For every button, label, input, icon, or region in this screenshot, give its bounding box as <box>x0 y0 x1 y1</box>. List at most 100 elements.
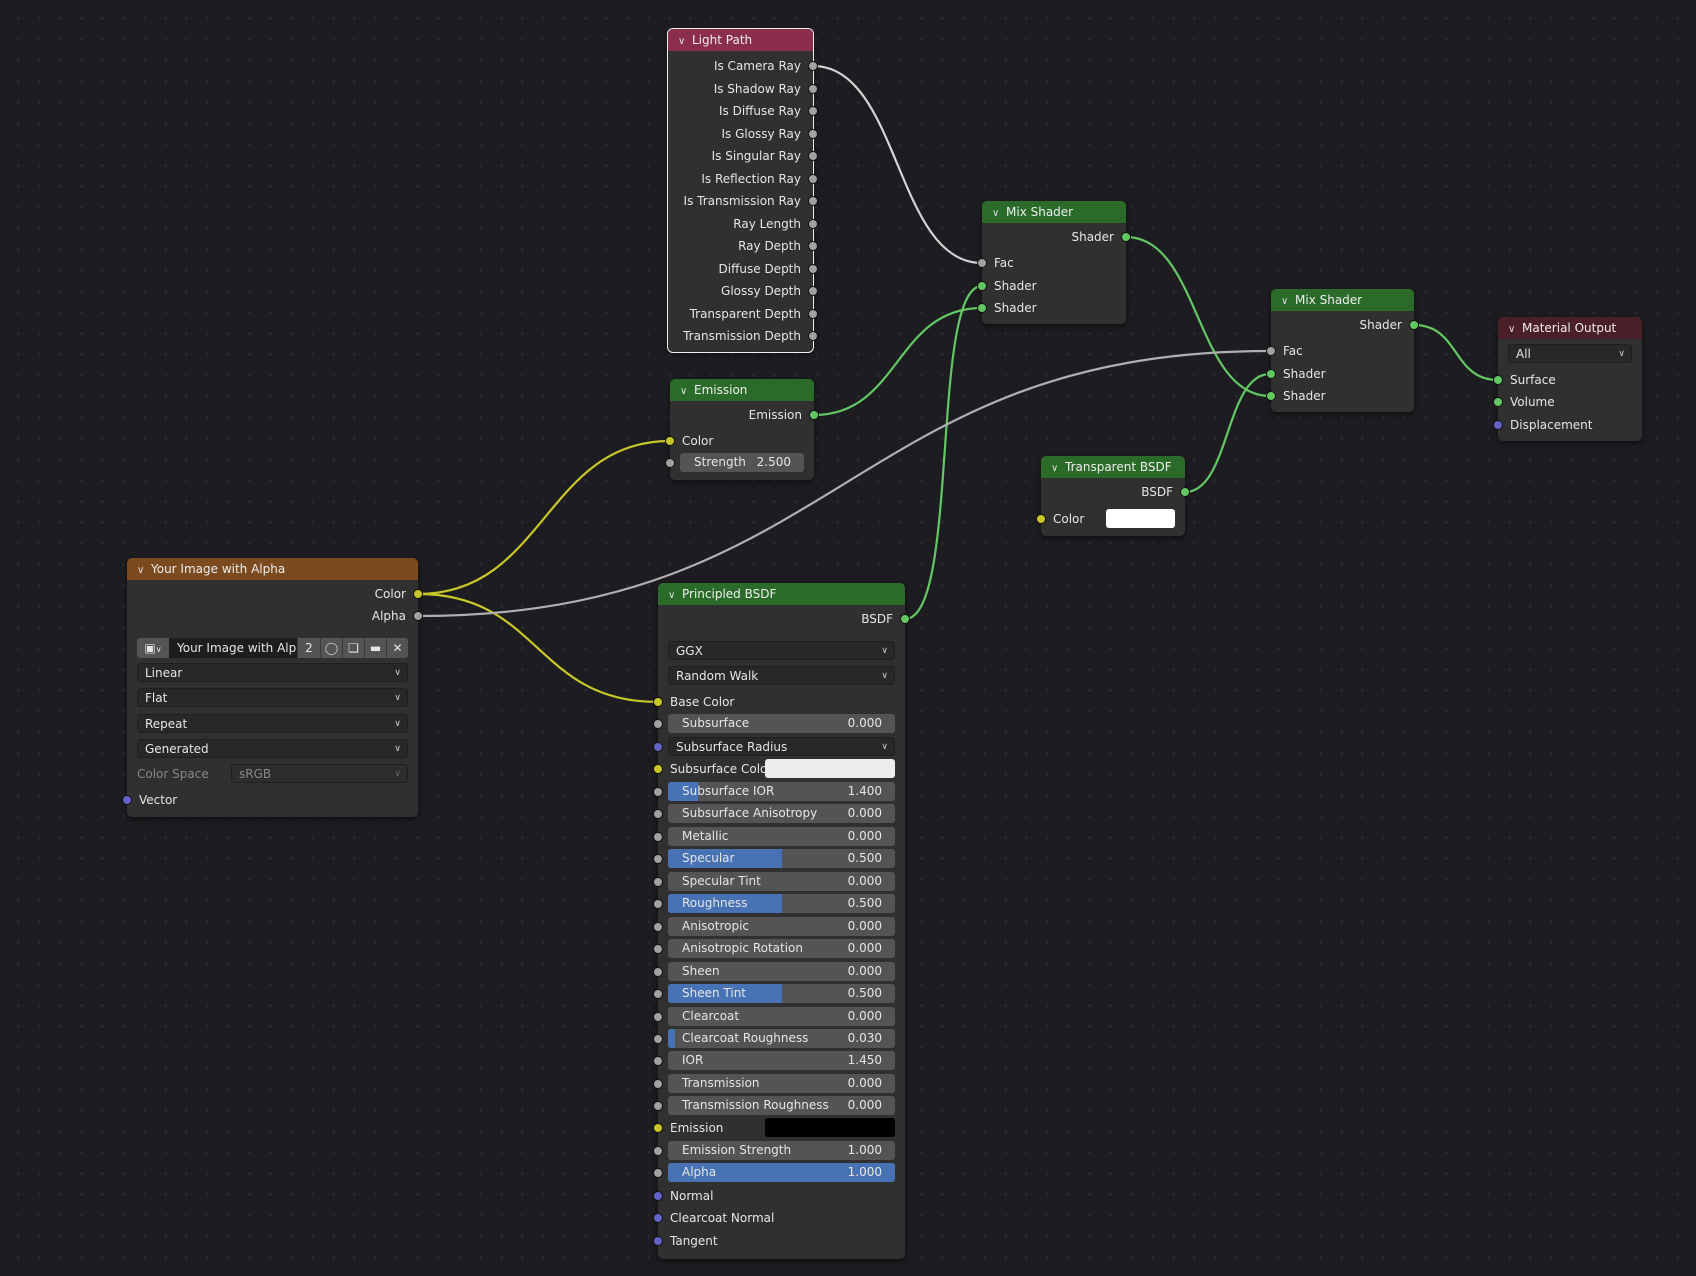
target-dropdown[interactable]: All ∨ <box>1508 344 1632 363</box>
output-socket[interactable] <box>808 241 818 251</box>
output-socket[interactable] <box>808 83 818 94</box>
distribution-dropdown[interactable]: GGX ∨ <box>668 641 895 660</box>
input-socket[interactable] <box>653 1236 663 1246</box>
input-socket[interactable] <box>1036 514 1046 524</box>
input-socket[interactable] <box>653 1168 663 1178</box>
output-socket[interactable] <box>413 611 423 621</box>
subsurface-color-swatch[interactable] <box>765 759 895 778</box>
collapse-chevron-icon[interactable]: ∨ <box>668 585 682 607</box>
input-socket[interactable] <box>122 795 132 805</box>
input-socket[interactable] <box>653 921 663 932</box>
slider-field[interactable]: Subsurface Anisotropy 0.000 <box>668 804 895 824</box>
node-transparent-bsdf[interactable]: ∨ Transparent BSDF BSDF Color <box>1036 456 1190 536</box>
link-mix1-to-mix2-shader2[interactable] <box>1125 235 1271 398</box>
input-socket[interactable] <box>653 876 663 887</box>
input-socket[interactable] <box>653 854 663 865</box>
output-socket[interactable] <box>413 589 423 599</box>
input-socket[interactable] <box>977 303 987 313</box>
slider-field[interactable]: Sheen Tint 0.500 <box>668 984 895 1004</box>
output-socket[interactable] <box>1409 320 1419 330</box>
output-socket[interactable] <box>900 614 910 624</box>
output-socket[interactable] <box>808 151 818 161</box>
input-socket[interactable] <box>653 831 663 842</box>
collapse-chevron-icon[interactable]: ∨ <box>137 560 151 582</box>
slider-field[interactable]: Transmission 0.000 <box>668 1073 895 1093</box>
output-socket[interactable] <box>808 173 818 184</box>
emission-color-swatch[interactable] <box>765 1118 895 1137</box>
input-socket[interactable] <box>653 1078 663 1089</box>
subsurface-method-dropdown[interactable]: Random Walk ∨ <box>668 666 895 685</box>
input-socket[interactable] <box>1493 420 1503 430</box>
emission-strength-field[interactable]: Emission Strength 1.000 <box>668 1141 895 1160</box>
node-mix-shader-1[interactable]: ∨ Mix Shader Shader Fac Shader Shader <box>977 201 1131 324</box>
node-header[interactable]: ∨ Mix Shader <box>1271 289 1414 311</box>
input-socket[interactable] <box>1266 369 1276 379</box>
collapse-chevron-icon[interactable]: ∨ <box>678 31 692 53</box>
subsurface-radius-dropdown[interactable]: Subsurface Radius ∨ <box>668 737 895 756</box>
input-socket[interactable] <box>1266 346 1276 356</box>
strength-field[interactable]: Strength 2.500 <box>680 453 804 472</box>
slider-field[interactable]: Anisotropic 0.000 <box>668 916 895 936</box>
color-space-dropdown[interactable]: sRGB ∨ <box>231 764 408 783</box>
alpha-field[interactable]: Alpha 1.000 <box>668 1163 895 1182</box>
node-principled-bsdf[interactable]: ∨ Principled BSDF BSDF GGX ∨ Random Walk ∨ … <box>653 583 910 1259</box>
fake-user-shield-icon[interactable]: ◯ <box>320 638 342 658</box>
collapse-chevron-icon[interactable]: ∨ <box>1508 319 1522 341</box>
node-emission[interactable]: ∨ Emission Emission Color Strength 2.500 <box>665 379 819 480</box>
open-folder-icon[interactable]: ▬ <box>364 638 386 658</box>
link-image-color-to-base-color[interactable] <box>417 592 659 704</box>
node-header[interactable]: ∨ Material Output <box>1498 317 1642 339</box>
image-browse-button[interactable]: ▣∨ <box>137 638 169 658</box>
output-socket[interactable] <box>808 128 818 139</box>
slider-field[interactable]: Clearcoat 0.000 <box>668 1006 895 1026</box>
collapse-chevron-icon[interactable]: ∨ <box>992 203 1006 225</box>
slider-field[interactable]: Subsurface IOR 1.400 <box>668 782 895 801</box>
unlink-close-icon[interactable]: ✕ <box>386 638 408 658</box>
input-socket[interactable] <box>653 1033 663 1044</box>
node-header[interactable]: ∨ Transparent BSDF <box>1041 456 1185 478</box>
input-socket[interactable] <box>653 1011 663 1022</box>
input-socket[interactable] <box>1493 375 1503 385</box>
source-dropdown[interactable]: Generated ∨ <box>137 739 408 758</box>
subsurface-field[interactable]: Subsurface 0.000 <box>668 714 895 733</box>
output-socket[interactable] <box>809 410 819 420</box>
node-material-output[interactable]: ∨ Material Output All ∨ Surface Volume Dis… <box>1493 317 1642 441</box>
link-image-color-to-emission-color[interactable] <box>417 439 671 596</box>
output-socket[interactable] <box>808 286 818 296</box>
slider-field[interactable]: Specular Tint 0.000 <box>668 871 895 891</box>
output-socket[interactable] <box>808 331 818 341</box>
extension-dropdown[interactable]: Repeat ∨ <box>137 714 408 733</box>
input-socket[interactable] <box>977 281 987 291</box>
output-socket[interactable] <box>1121 232 1131 242</box>
input-socket[interactable] <box>653 1056 663 1067</box>
slider-field[interactable]: Sheen 0.000 <box>668 961 895 981</box>
node-mix-shader-2[interactable]: ∨ Mix Shader Shader Fac Shader Shader <box>1266 289 1419 412</box>
duplicate-icon[interactable]: ❏ <box>342 638 364 658</box>
projection-dropdown[interactable]: Flat ∨ <box>137 688 408 707</box>
slider-field[interactable]: Clearcoat Roughness 0.030 <box>668 1028 895 1048</box>
node-header[interactable]: ∨ Your Image with Alpha <box>127 558 418 580</box>
node-light-path[interactable]: ∨ Light Path Is Camera Ray Is Shadow Ray Is… <box>667 28 818 353</box>
input-socket[interactable] <box>653 1123 663 1133</box>
slider-field[interactable]: Specular 0.500 <box>668 849 895 869</box>
input-socket[interactable] <box>653 697 663 707</box>
output-socket[interactable] <box>808 263 818 274</box>
link-transparent-to-mix2-shader1[interactable] <box>1184 372 1271 494</box>
image-users-count[interactable]: 2 <box>297 638 320 658</box>
input-socket[interactable] <box>653 787 663 797</box>
node-header[interactable]: ∨ Mix Shader <box>982 201 1126 223</box>
slider-field[interactable]: Roughness 0.500 <box>668 894 895 914</box>
interpolation-dropdown[interactable]: Linear ∨ <box>137 663 408 682</box>
input-socket[interactable] <box>653 989 663 1000</box>
input-socket[interactable] <box>653 809 663 820</box>
node-header[interactable]: ∨ Light Path <box>668 29 813 51</box>
input-socket[interactable] <box>665 458 675 468</box>
slider-field[interactable]: Metallic 0.000 <box>668 826 895 846</box>
output-socket[interactable] <box>808 106 818 116</box>
output-socket[interactable] <box>808 218 818 229</box>
input-socket[interactable] <box>653 742 663 752</box>
input-socket[interactable] <box>653 899 663 910</box>
link-emission-to-mix-shader2[interactable] <box>813 306 983 417</box>
link-bsdf-to-mix-shader1[interactable] <box>904 284 983 621</box>
slider-field[interactable]: Anisotropic Rotation 0.000 <box>668 939 895 959</box>
